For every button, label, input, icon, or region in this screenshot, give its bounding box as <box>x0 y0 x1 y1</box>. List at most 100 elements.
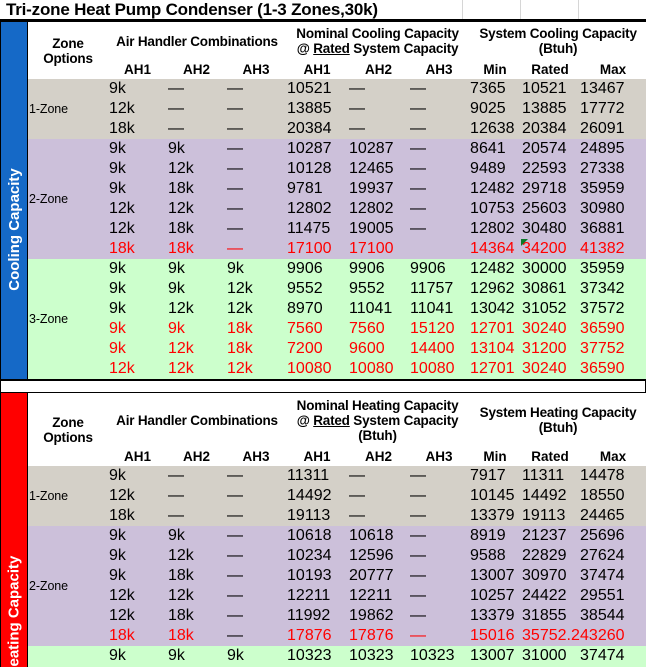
data-cell: — <box>348 486 410 506</box>
data-cell: 9906 <box>409 259 470 279</box>
table-row: 3-Zone9k9k9k1032310323103231300731000374… <box>28 646 646 667</box>
data-cell: 9k <box>167 139 226 159</box>
data-cell: 20777 <box>348 566 410 586</box>
data-cell: 9781 <box>286 179 349 199</box>
zone-group-label: 3-Zone <box>28 646 108 667</box>
header-sub-row: AH1 AH2 AH3 AH1 AH2 AH3 Min Rated Max <box>28 60 646 79</box>
data-cell: 12211 <box>286 586 349 606</box>
nominal-line2: @ Rated System Capacity <box>287 413 468 428</box>
nominal-line2: @ Rated System Capacity <box>287 41 468 56</box>
data-cell: — <box>226 139 287 159</box>
data-cell: 31052 <box>521 299 580 319</box>
data-cell: 10521 <box>521 79 580 99</box>
data-cell: 12k <box>108 586 167 606</box>
table-row: 9k 9k 12k 9552 9552 11757 12962 30861 37342 <box>28 279 646 299</box>
system-line1: System Heating Capacity <box>479 405 637 420</box>
data-cell <box>409 239 470 259</box>
data-cell: 10521 <box>286 79 349 99</box>
data-cell: 12k <box>226 359 287 379</box>
data-cell: 10080 <box>286 359 349 379</box>
data-cell: 7365 <box>469 79 522 99</box>
header-col-ah2-1: AH2 <box>167 60 226 79</box>
data-cell: 17100 <box>286 239 349 259</box>
data-cell: 13467 <box>579 79 646 99</box>
header-col-ah1-0: AH1 <box>108 447 167 466</box>
data-cell: — <box>409 506 470 526</box>
data-cell: 14492 <box>286 486 349 506</box>
data-cell: 19005 <box>348 219 410 239</box>
data-cell: 27624 <box>579 546 646 566</box>
data-cell: 12k <box>108 199 167 219</box>
grid-line <box>578 0 579 19</box>
data-cell: 9906 <box>348 259 410 279</box>
table-row: 12k 18k —11992 19862—13379 31855 38544 <box>28 606 646 626</box>
data-cell: 9k <box>167 279 226 299</box>
data-cell: 37474 <box>579 646 646 666</box>
data-cell: — <box>409 179 470 199</box>
data-cell: — <box>167 466 226 486</box>
data-cell: 30980 <box>579 199 646 219</box>
rated-underlined: Rated <box>313 41 350 56</box>
data-cell: — <box>226 546 287 566</box>
data-cell: 24895 <box>579 139 646 159</box>
data-cell: 12k <box>226 279 287 299</box>
data-cell: 13007 <box>469 566 522 586</box>
grid-line <box>520 0 521 19</box>
header-col-min-6: Min <box>469 60 522 79</box>
data-cell: 12k <box>167 359 226 379</box>
data-cell: 9k <box>108 299 167 319</box>
data-cell: — <box>409 219 470 239</box>
data-cell: 18k <box>108 626 167 646</box>
data-cell: 13042 <box>469 299 522 319</box>
data-cell: — <box>226 566 287 586</box>
data-cell: 9k <box>108 179 167 199</box>
data-cell: 12701 <box>469 359 522 379</box>
table-row: 12k 12k —12802 12802—10753 25603 30980 <box>28 199 646 219</box>
data-cell: 9k <box>167 259 226 279</box>
data-cell: — <box>409 586 470 606</box>
data-cell: 12962 <box>469 279 522 299</box>
data-cell: 9k <box>108 646 167 666</box>
data-cell: 22593 <box>521 159 580 179</box>
data-cell: 9k <box>108 339 167 359</box>
heating-capacity-table: Heating Capacity Zone Options Air Handler C… <box>0 392 646 667</box>
data-cell: 12k <box>226 299 287 319</box>
data-cell: — <box>226 526 287 546</box>
data-cell: 30480 <box>521 219 580 239</box>
data-cell: 9k <box>226 259 287 279</box>
data-cell: — <box>409 159 470 179</box>
table-row: 12k — —13885— —9025 13885 17772 <box>28 99 646 119</box>
data-cell: — <box>226 199 287 219</box>
data-cell: 9k <box>226 646 287 666</box>
data-cell: 25696 <box>579 526 646 546</box>
data-cell: 17876 <box>286 626 349 646</box>
table-row: 9k 12k —10128 12465—9489 22593 27338 <box>28 159 646 179</box>
spreadsheet-page: Tri-zone Heat Pump Condenser (1-3 Zones,… <box>0 0 646 667</box>
table-row: 9k 12k 18k 7200 9600 14400 13104 31200 37752 <box>28 339 646 359</box>
table-row: 9k 18k —10193 20777—13007 30970 37474 <box>28 566 646 586</box>
data-cell: 9k <box>108 319 167 339</box>
zone-options-line1: Zone <box>52 414 84 430</box>
data-cell: 12482 <box>469 259 522 279</box>
data-cell: 14478 <box>579 466 646 486</box>
data-cell: 36590 <box>579 359 646 379</box>
data-cell: 30240 <box>521 319 580 339</box>
heating-spine: Heating Capacity <box>1 393 28 667</box>
table-row: 1-Zone 9k — —10521— —7365 10521 13467 <box>28 79 646 139</box>
data-cell: 18k <box>167 239 226 259</box>
header-air-handler-combinations: Air Handler Combinations <box>108 22 287 60</box>
data-cell: — <box>409 566 470 586</box>
header-col-ah1-3: AH1 <box>286 447 349 466</box>
table-row: 12k 18k —11475 19005—12802 30480 36881 <box>28 219 646 239</box>
tables-root: Cooling Capacity Zone Options Air Handler C… <box>0 21 646 667</box>
data-cell: 29718 <box>521 179 580 199</box>
data-cell: 20574 <box>521 139 580 159</box>
data-cell: 9k <box>108 79 167 99</box>
data-cell: — <box>348 506 410 526</box>
data-cell: 17876 <box>348 626 410 646</box>
data-cell: 9025 <box>469 99 522 119</box>
data-cell: 9k <box>167 646 226 666</box>
data-cell: 10080 <box>348 359 410 379</box>
data-cell: — <box>348 79 410 99</box>
data-cell: 12596 <box>348 546 410 566</box>
